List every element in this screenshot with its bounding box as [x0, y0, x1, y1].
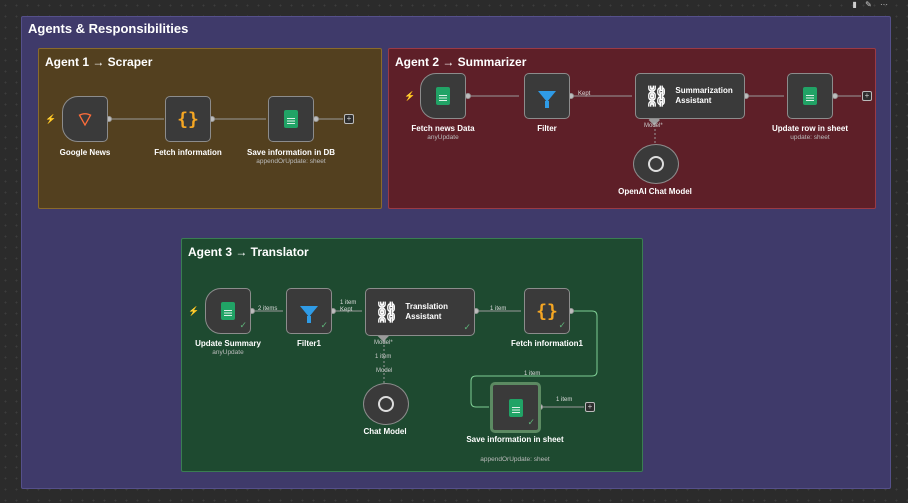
add-node-plus-icon[interactable]: + — [344, 114, 354, 124]
node-label: Translation Assistant — [405, 302, 449, 321]
node-label: Filter — [537, 124, 557, 133]
node-google-news[interactable]: ⌔ — [62, 96, 108, 142]
link-icon: ⛓ — [374, 301, 400, 324]
node-filter[interactable] — [524, 73, 570, 119]
model-label: Model — [376, 368, 393, 374]
node-label: Chat Model — [363, 427, 407, 436]
sheets-icon — [436, 87, 450, 105]
node-summarization-assistant[interactable]: ⛓ Summarization Assistant — [635, 73, 745, 119]
node-update-row-in-sheet[interactable] — [787, 73, 833, 119]
edge-label-items: 1 item — [490, 306, 507, 312]
node-label: Update row in sheet — [771, 124, 848, 133]
edge-label-items: 1 item — [524, 371, 541, 377]
link-icon: ⛓ — [644, 85, 670, 108]
model-port-label: Model* — [644, 123, 663, 129]
success-check-icon: ✓ — [463, 322, 471, 332]
filter-icon — [538, 90, 556, 108]
success-check-icon: ✓ — [558, 320, 566, 330]
sheets-icon — [284, 110, 298, 128]
node-subtitle: update: sheet — [790, 134, 830, 141]
filter-icon — [300, 305, 318, 323]
braces-icon: {} — [536, 300, 558, 322]
node-subtitle: anyUpdate — [427, 134, 459, 141]
edge-label-kept: Kept — [340, 307, 353, 313]
add-node-plus-icon[interactable]: + — [862, 91, 872, 101]
node-save-information-sheet[interactable]: ✓ — [490, 382, 541, 433]
node-openai-chat-model[interactable] — [633, 144, 679, 184]
node-fetch-information[interactable]: {} — [165, 96, 211, 142]
add-node-plus-icon[interactable]: + — [585, 402, 595, 412]
node-label: Save information in DB — [246, 148, 335, 157]
node-chat-model[interactable] — [363, 383, 409, 425]
success-check-icon: ✓ — [527, 417, 535, 427]
node-subtitle: anyUpdate — [212, 349, 244, 356]
sheets-icon — [221, 302, 235, 320]
node-filter1[interactable]: ✓ — [286, 288, 332, 334]
sheets-icon — [508, 398, 523, 417]
success-check-icon: ✓ — [320, 320, 328, 330]
trigger-bolt-icon: ⚡ — [45, 114, 57, 124]
success-check-icon: ✓ — [239, 320, 247, 330]
node-update-summary[interactable]: ✓ — [205, 288, 251, 334]
node-label: OpenAI Chat Model — [618, 187, 692, 196]
node-label: Filter1 — [296, 339, 321, 348]
trigger-bolt-icon: ⚡ — [188, 306, 200, 316]
node-label: Summarization Assistant — [675, 86, 733, 105]
braces-icon: {} — [177, 108, 199, 130]
node-label: Fetch information1 — [510, 339, 583, 348]
node-translation-assistant[interactable]: ⛓ Translation Assistant ✓ — [365, 288, 475, 336]
node-subtitle: appendOrUpdate: sheet — [480, 456, 550, 463]
node-fetch-news-data[interactable] — [420, 73, 466, 119]
openai-icon — [378, 396, 394, 412]
edge-label-items: 1 item — [375, 354, 392, 360]
node-subtitle: appendOrUpdate: sheet — [256, 158, 326, 165]
edge-label-items: 2 items — [258, 306, 278, 312]
node-label: Save information in sheet — [466, 435, 564, 444]
sheets-icon — [803, 87, 817, 105]
node-label: Google News — [59, 148, 111, 157]
edge-label-items: 1 item — [340, 300, 357, 306]
node-label: Fetch news Data — [411, 124, 475, 133]
trigger-bolt-icon: ⚡ — [404, 91, 416, 101]
node-label: Fetch information — [154, 148, 222, 157]
node-save-information-db[interactable] — [268, 96, 314, 142]
edge-label-kept: Kept — [578, 91, 591, 97]
node-fetch-information1[interactable]: {} ✓ — [524, 288, 570, 334]
openai-icon — [648, 156, 664, 172]
edge-label-items: 1 item — [556, 397, 573, 403]
model-port-label: Model* — [374, 340, 393, 346]
rss-icon: ⌔ — [75, 108, 95, 131]
